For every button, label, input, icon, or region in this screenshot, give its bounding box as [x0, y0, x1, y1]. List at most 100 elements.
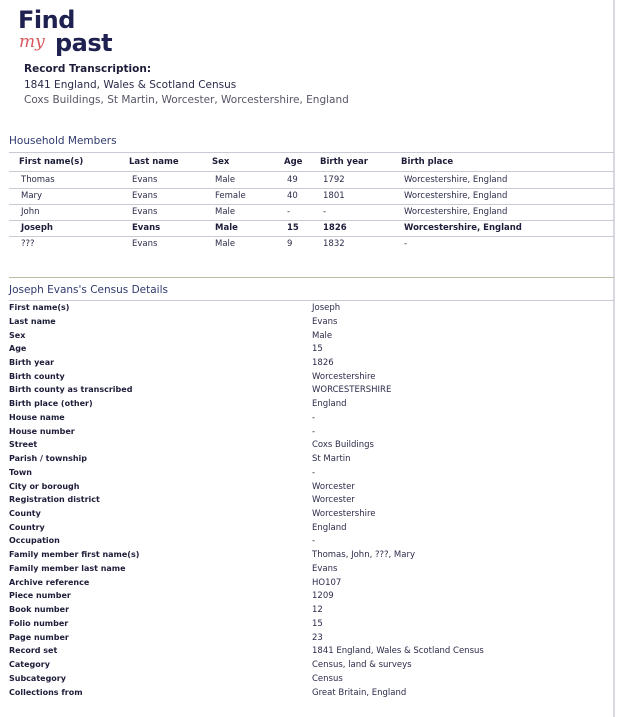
record-name: 1841 England, Wales & Scotland Census	[24, 79, 237, 91]
details-title-divider	[9, 300, 614, 301]
detail-label: Age	[9, 344, 27, 353]
detail-value: St Martin	[312, 454, 351, 464]
detail-value: HO107	[312, 578, 342, 588]
detail-row-book-number: Book number 12	[9, 605, 609, 619]
detail-label: Registration district	[9, 495, 100, 504]
cell-last-name: Evans	[132, 191, 158, 201]
detail-label: Collections from	[9, 688, 83, 697]
cell-birth-year: -	[323, 207, 327, 217]
cell-birth-year: 1792	[323, 175, 345, 185]
col-age: Age	[284, 157, 303, 167]
detail-value: 15	[312, 619, 323, 629]
detail-row-occupation: Occupation -	[9, 536, 609, 550]
detail-value: Joseph	[312, 303, 341, 313]
detail-value: England	[312, 399, 347, 409]
detail-value: Evans	[312, 564, 338, 574]
detail-row-house-number: House number -	[9, 427, 609, 441]
detail-value: WORCESTERSHIRE	[312, 385, 392, 395]
cell-sex: Male	[215, 207, 236, 217]
detail-value: Coxs Buildings	[312, 440, 374, 450]
detail-value: Evans	[312, 317, 338, 327]
col-birth-year: Birth year	[320, 157, 368, 167]
detail-row-family-first-names: Family member first name(s) Thomas, John,…	[9, 550, 609, 564]
detail-row-collections-from: Collections from Great Britain, England	[9, 688, 609, 702]
col-first-name: First name(s)	[19, 157, 84, 167]
cell-first-name: Joseph	[21, 223, 53, 233]
detail-value: -	[312, 427, 316, 437]
table-row[interactable]: ??? Evans Male 9 1832 -	[9, 237, 614, 253]
table-row-selected[interactable]: Joseph Evans Male 15 1826 Worcestershire…	[9, 221, 614, 237]
detail-label: Piece number	[9, 591, 71, 600]
detail-value: Worcester	[312, 495, 355, 505]
cell-last-name: Evans	[132, 175, 158, 185]
cell-first-name: John	[21, 207, 40, 217]
detail-label: Parish / township	[9, 454, 88, 463]
table-row[interactable]: John Evans Male - - Worcestershire, Engl…	[9, 205, 614, 221]
cell-last-name: Evans	[132, 239, 158, 249]
detail-label: Street	[9, 440, 38, 449]
detail-row-city-borough: City or borough Worcester	[9, 482, 609, 496]
detail-value: -	[312, 468, 316, 478]
detail-value: -	[312, 536, 316, 546]
detail-row-town: Town -	[9, 468, 609, 482]
detail-row-house-name: House name -	[9, 413, 609, 427]
detail-row-birth-county-transcribed: Birth county as transcribed WORCESTERSHIR…	[9, 385, 609, 399]
household-header-divider	[9, 171, 614, 172]
cell-sex: Female	[215, 191, 246, 201]
cell-age: 9	[287, 239, 293, 249]
detail-label: Family member last name	[9, 564, 126, 573]
detail-label: Birth year	[9, 358, 55, 367]
detail-label: Last name	[9, 317, 56, 326]
detail-row-family-last-name: Family member last name Evans	[9, 564, 609, 578]
detail-value: 15	[312, 344, 323, 354]
logo-my-text: my	[19, 32, 45, 52]
detail-label: Birth county	[9, 372, 65, 381]
page-edge-divider	[613, 0, 615, 717]
detail-value: Great Britain, England	[312, 688, 407, 698]
detail-value: Worcester	[312, 482, 355, 492]
detail-value: Thomas, John, ???, Mary	[312, 550, 415, 560]
detail-value: 12	[312, 605, 323, 615]
detail-label: Folio number	[9, 619, 69, 628]
cell-first-name: Thomas	[21, 175, 55, 185]
cell-birth-place: Worcestershire, England	[404, 191, 508, 201]
detail-label: Book number	[9, 605, 70, 614]
detail-label: Sex	[9, 331, 26, 340]
detail-row-page-number: Page number 23	[9, 633, 609, 647]
cell-sex: Male	[215, 239, 236, 249]
detail-row-subcategory: Subcategory Census	[9, 674, 609, 688]
cell-birth-year: 1801	[323, 191, 345, 201]
cell-birth-year: 1826	[323, 223, 347, 233]
detail-row-piece-number: Piece number 1209	[9, 591, 609, 605]
detail-value: -	[312, 413, 316, 423]
detail-label: First name(s)	[9, 303, 70, 312]
cell-age: 15	[287, 223, 299, 233]
cell-birth-year: 1832	[323, 239, 345, 249]
detail-label: Birth place (other)	[9, 399, 93, 408]
detail-label: Occupation	[9, 536, 60, 545]
detail-row-street: Street Coxs Buildings	[9, 440, 609, 454]
detail-value: 23	[312, 633, 323, 643]
detail-row-county: County Worcestershire	[9, 509, 609, 523]
cell-age: 40	[287, 191, 298, 201]
detail-row-archive-reference: Archive reference HO107	[9, 578, 609, 592]
cell-last-name: Evans	[132, 207, 158, 217]
cell-birth-place: -	[404, 239, 408, 249]
detail-row-record-set: Record set 1841 England, Wales & Scotland…	[9, 646, 609, 660]
detail-label: House name	[9, 413, 65, 422]
table-row[interactable]: Mary Evans Female 40 1801 Worcestershire…	[9, 189, 614, 205]
cell-first-name: Mary	[21, 191, 43, 201]
cell-last-name: Evans	[132, 223, 161, 233]
cell-birth-place: Worcestershire, England	[404, 207, 508, 217]
detail-label: Category	[9, 660, 50, 669]
detail-label: County	[9, 509, 41, 518]
table-row[interactable]: Thomas Evans Male 49 1792 Worcestershire…	[9, 173, 614, 189]
detail-label: Page number	[9, 633, 69, 642]
detail-value: Census, land & surveys	[312, 660, 412, 670]
detail-row-age: Age 15	[9, 344, 609, 358]
record-place: Coxs Buildings, St Martin, Worcester, Wo…	[24, 94, 349, 106]
detail-value: England	[312, 523, 347, 533]
detail-value: 1826	[312, 358, 334, 368]
detail-row-folio-number: Folio number 15	[9, 619, 609, 633]
cell-sex: Male	[215, 223, 238, 233]
